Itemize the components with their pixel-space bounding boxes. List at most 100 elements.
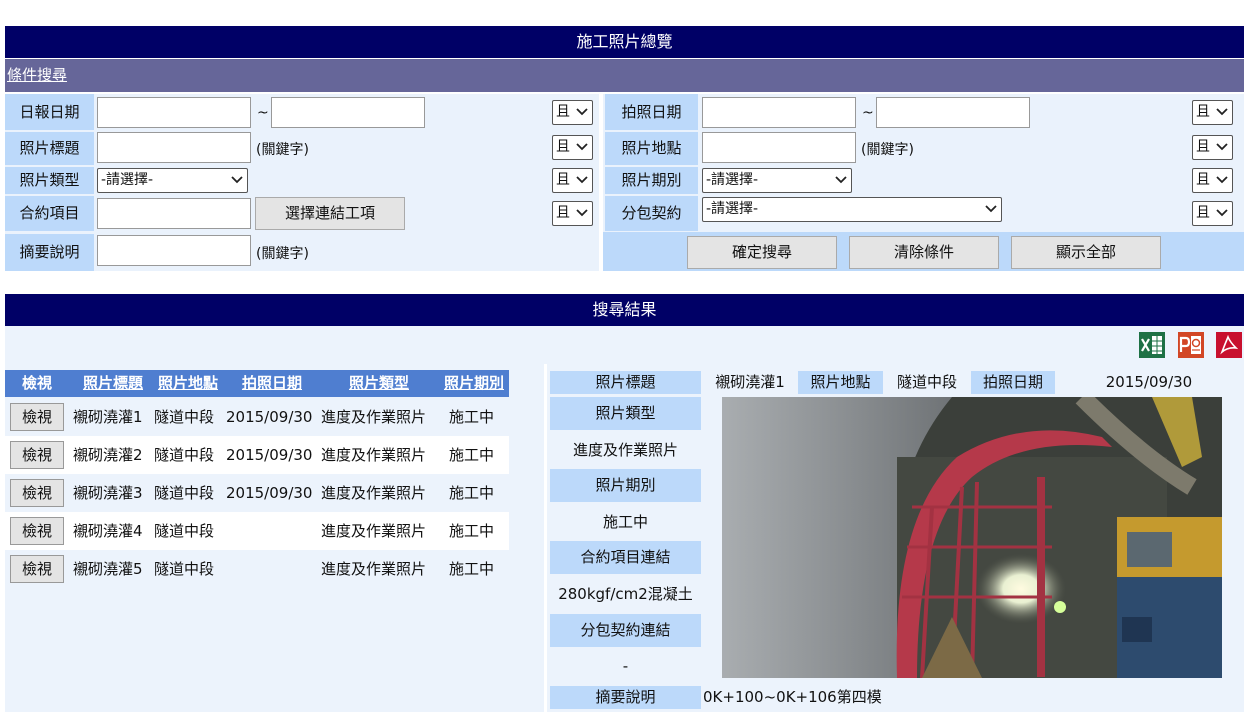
photo-date-end-input[interactable] <box>876 97 1030 128</box>
detail-date-value: 2015/09/30 <box>1105 373 1193 391</box>
report-date-end-input[interactable] <box>271 97 425 128</box>
search-section-header[interactable]: 條件搜尋 <box>5 59 1244 92</box>
summary-keyword-hint: (關鍵字) <box>256 246 309 262</box>
subcontract-logic-value: 且 <box>1196 205 1210 221</box>
column-header-period[interactable]: 照片期別 <box>439 370 509 397</box>
chevron-down-icon <box>835 176 847 184</box>
contract-item-logic-select[interactable]: 且 <box>552 201 593 226</box>
table-row: 檢視 襯砌澆灌1 隧道中段 2015/09/30 進度及作業照片 施工中 <box>5 398 509 436</box>
chevron-down-icon <box>985 205 997 213</box>
row-type: 進度及作業照片 <box>321 560 427 578</box>
view-button[interactable]: 檢視 <box>10 517 64 545</box>
photo-location-keyword-hint: (關鍵字) <box>861 142 914 158</box>
photo-location-label: 照片地點 <box>605 132 698 165</box>
photo-period-select[interactable]: -請選擇- <box>702 168 852 193</box>
row-location: 隧道中段 <box>154 408 215 426</box>
view-button[interactable]: 檢視 <box>10 555 64 583</box>
detail-contract-link-value[interactable]: 280kgf/cm2混凝土 <box>550 578 701 611</box>
chevron-down-icon <box>1216 108 1228 116</box>
detail-contract-link-label: 合約項目連結 <box>550 541 701 574</box>
search-section-label[interactable]: 條件搜尋 <box>7 66 67 84</box>
show-all-button[interactable]: 顯示全部 <box>1011 236 1161 269</box>
detail-location-value: 隧道中段 <box>896 373 957 391</box>
view-button[interactable]: 檢視 <box>10 479 64 507</box>
select-link-item-button[interactable]: 選擇連結工項 <box>255 197 405 230</box>
contract-item-input[interactable] <box>97 198 251 229</box>
row-type: 進度及作業照片 <box>321 408 427 426</box>
chevron-down-icon <box>576 209 588 217</box>
row-type: 進度及作業照片 <box>321 522 427 540</box>
column-header-date[interactable]: 拍照日期 <box>227 370 317 397</box>
column-header-view: 檢視 <box>21 374 52 392</box>
table-row: 檢視 襯砌澆灌5 隧道中段 進度及作業照片 施工中 <box>5 550 509 588</box>
search-submit-button[interactable]: 確定搜尋 <box>687 236 837 269</box>
detail-summary-label: 摘要說明 <box>550 686 701 709</box>
photo-location-input[interactable] <box>702 132 856 163</box>
summary-label: 摘要說明 <box>5 234 94 271</box>
report-date-logic-select[interactable]: 且 <box>552 100 593 125</box>
photo-type-select-value: -請選擇- <box>101 172 154 188</box>
row-location: 隧道中段 <box>154 446 215 464</box>
chevron-down-icon <box>576 176 588 184</box>
photo-location-logic-select[interactable]: 且 <box>1192 135 1233 160</box>
export-toolbar <box>5 326 1244 364</box>
excel-icon[interactable] <box>1138 330 1166 360</box>
photo-date-logic-select[interactable]: 且 <box>1192 100 1233 125</box>
photo-period-logic-select[interactable]: 且 <box>1192 168 1233 193</box>
report-date-label: 日報日期 <box>5 94 94 130</box>
photo-date-start-input[interactable] <box>702 97 856 128</box>
table-row: 檢視 襯砌澆灌2 隧道中段 2015/09/30 進度及作業照片 施工中 <box>5 436 509 474</box>
detail-title-value: 襯砌澆灌1 <box>715 373 785 391</box>
photo-title-label: 照片標題 <box>5 132 94 165</box>
view-button[interactable]: 檢視 <box>10 441 64 469</box>
clear-conditions-button[interactable]: 清除條件 <box>849 236 999 269</box>
row-location: 隧道中段 <box>154 484 215 502</box>
chevron-down-icon <box>576 108 588 116</box>
contract-item-logic-value: 且 <box>556 205 570 221</box>
summary-input[interactable] <box>97 235 251 266</box>
row-type: 進度及作業照片 <box>321 484 427 502</box>
photo-period-select-value: -請選擇- <box>706 172 759 188</box>
row-title: 襯砌澆灌2 <box>73 446 143 464</box>
table-row: 檢視 襯砌澆灌4 隧道中段 進度及作業照片 施工中 <box>5 512 509 550</box>
row-period: 施工中 <box>449 408 495 426</box>
detail-subcontract-link-value: - <box>622 657 629 675</box>
photo-date-range-sep: ~ <box>862 105 874 121</box>
report-date-range-sep: ~ <box>257 105 269 121</box>
row-date: 2015/09/30 <box>226 408 313 426</box>
report-date-start-input[interactable] <box>97 97 251 128</box>
column-header-type[interactable]: 照片類型 <box>319 370 439 397</box>
column-header-location[interactable]: 照片地點 <box>153 370 223 397</box>
photo-title-logic-select[interactable]: 且 <box>552 135 593 160</box>
powerpoint-icon[interactable] <box>1177 330 1205 360</box>
construction-photo[interactable] <box>722 397 1222 678</box>
photo-type-select[interactable]: -請選擇- <box>97 168 248 193</box>
detail-title-label: 照片標題 <box>550 371 701 394</box>
chevron-down-icon <box>231 176 243 184</box>
column-header-title[interactable]: 照片標題 <box>73 370 153 397</box>
photo-date-label: 拍照日期 <box>605 94 698 130</box>
row-title: 襯砌澆灌3 <box>73 484 143 502</box>
row-title: 襯砌澆灌5 <box>73 560 143 578</box>
row-period: 施工中 <box>449 560 495 578</box>
photo-type-logic-select[interactable]: 且 <box>552 168 593 193</box>
view-button[interactable]: 檢視 <box>10 403 64 431</box>
detail-date-label: 拍照日期 <box>971 371 1055 394</box>
row-period: 施工中 <box>449 446 495 464</box>
chevron-down-icon <box>1216 209 1228 217</box>
photo-period-label: 照片期別 <box>605 167 698 194</box>
photo-period-logic-value: 且 <box>1196 172 1210 188</box>
detail-summary-value: 0K+100~0K+106第四模 <box>703 688 882 706</box>
pdf-icon[interactable] <box>1215 330 1243 360</box>
detail-type-value: 進度及作業照片 <box>572 441 678 459</box>
chevron-down-icon <box>1216 143 1228 151</box>
photo-title-input[interactable] <box>97 132 251 163</box>
report-date-logic-value: 且 <box>556 104 570 120</box>
subcontract-logic-select[interactable]: 且 <box>1192 201 1233 226</box>
page-title: 施工照片總覽 <box>5 26 1244 58</box>
photo-location-logic-value: 且 <box>1196 139 1210 155</box>
row-date: 2015/09/30 <box>226 446 313 464</box>
subcontract-select[interactable]: -請選擇- <box>702 197 1002 222</box>
row-title: 襯砌澆灌4 <box>73 522 143 540</box>
row-title: 襯砌澆灌1 <box>73 408 143 426</box>
